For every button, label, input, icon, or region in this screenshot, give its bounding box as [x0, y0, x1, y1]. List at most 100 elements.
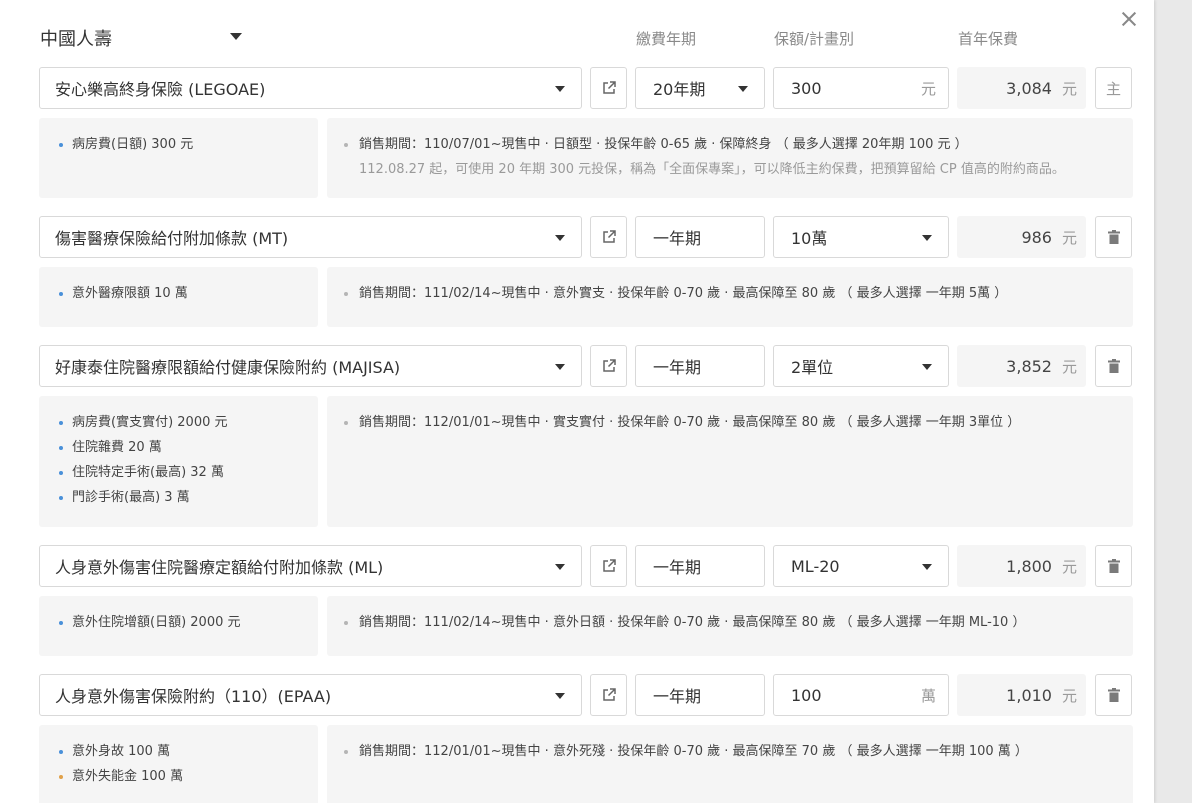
benefit-item: 住院雜費 20 萬 — [59, 435, 318, 460]
caret-down-icon — [555, 364, 565, 370]
benefits-panel: 意外醫療限額 10 萬 — [39, 267, 318, 327]
term-value: 一年期 — [653, 687, 702, 706]
amount-select[interactable]: 10萬 — [773, 216, 949, 258]
premium-value: 1,800 — [1006, 556, 1052, 576]
external-link-button[interactable] — [590, 67, 627, 109]
delete-button[interactable] — [1095, 345, 1132, 387]
external-link-button[interactable] — [590, 545, 627, 587]
caret-down-icon — [555, 564, 565, 570]
external-link-icon — [602, 81, 616, 94]
term-select[interactable]: 20年期 — [635, 67, 765, 109]
plan-name-select[interactable]: 傷害醫療保險給付附加條款 (MT) — [39, 216, 582, 258]
benefits-panel: 意外住院增額(日額) 2000 元 — [39, 596, 318, 656]
column-header-premium: 首年保費 — [958, 30, 1019, 48]
trash-icon — [1107, 230, 1120, 244]
plan-row: 傷害醫療保險給付附加條款 (MT) 一年期 10萬 986 元 — [0, 216, 1154, 258]
external-link-icon — [602, 688, 616, 701]
plan-row: 人身意外傷害住院醫療定額給付附加條款 (ML) 一年期 ML-20 1,800 元 — [0, 545, 1154, 587]
plan-name-select[interactable]: 人身意外傷害保險附約（110）(EPAA) — [39, 674, 582, 716]
info-panel: 銷售期間：112/01/01~現售中 · 實支實付 · 投保年齡 0-70 歲 … — [327, 396, 1133, 527]
benefit-item: 意外住院增額(日額) 2000 元 — [59, 610, 318, 635]
plan-name-select[interactable]: 安心樂高終身保險 (LEGOAE) — [39, 67, 582, 109]
amount-value: 10萬 — [791, 229, 828, 248]
amount-value: ML-20 — [791, 556, 840, 576]
amount-input[interactable]: 300 元 — [773, 67, 949, 109]
premium-value: 1,010 — [1006, 685, 1052, 705]
plan-row: 好康泰住院醫療限額給付健康保險附約 (MAJISA) 一年期 2單位 3,852… — [0, 345, 1154, 387]
amount-value: 300 — [791, 78, 822, 98]
sales-note: 112.08.27 起，可使用 20 年期 300 元投保，稱為「全面保專案」，… — [359, 162, 1065, 177]
benefit-item: 意外醫療限額 10 萬 — [59, 281, 318, 306]
premium-value: 3,084 — [1006, 78, 1052, 98]
premium-unit: 元 — [1061, 557, 1077, 576]
amount-unit: 元 — [920, 80, 936, 98]
delete-button[interactable] — [1095, 545, 1132, 587]
benefit-item: 病房費(實支實付) 2000 元 — [59, 410, 318, 435]
sales-info: 銷售期間：112/01/01~現售中 · 實支實付 · 投保年齡 0-70 歲 … — [344, 410, 1133, 435]
term-field[interactable]: 一年期 — [635, 216, 765, 258]
premium-display: 3,084 元 — [957, 67, 1086, 109]
column-header-term: 繳費年期 — [636, 30, 697, 48]
benefit-item: 住院特定手術(最高) 32 萬 — [59, 460, 318, 485]
term-field[interactable]: 一年期 — [635, 545, 765, 587]
premium-display: 1,010 元 — [957, 674, 1086, 716]
info-panel: 銷售期間：110/07/01~現售中 · 日額型 · 投保年齡 0-65 歲 ·… — [327, 118, 1133, 198]
term-field[interactable]: 一年期 — [635, 345, 765, 387]
amount-input[interactable]: 100 萬 — [773, 674, 949, 716]
insurance-plan-panel: 中國人壽 繳費年期 保額/計畫別 首年保費 安心樂高終身保險 (LEGOAE) … — [0, 0, 1154, 803]
column-header-amount: 保額/計畫別 — [774, 30, 855, 48]
benefits-panel: 病房費(日額) 300 元 — [39, 118, 318, 198]
plan-name: 好康泰住院醫療限額給付健康保險附約 (MAJISA) — [55, 358, 401, 377]
sales-info: 銷售期間：111/02/14~現售中 · 意外實支 · 投保年齡 0-70 歲 … — [344, 281, 1133, 306]
external-link-button[interactable] — [590, 345, 627, 387]
plan-name-select[interactable]: 好康泰住院醫療限額給付健康保險附約 (MAJISA) — [39, 345, 582, 387]
amount-value: 100 — [791, 685, 822, 705]
premium-unit: 元 — [1061, 79, 1077, 98]
info-panel: 銷售期間：111/02/14~現售中 · 意外實支 · 投保年齡 0-70 歲 … — [327, 267, 1133, 327]
amount-select[interactable]: 2單位 — [773, 345, 949, 387]
delete-button[interactable] — [1095, 216, 1132, 258]
info-panel: 銷售期間：111/02/14~現售中 · 意外日額 · 投保年齡 0-70 歲 … — [327, 596, 1133, 656]
premium-display: 3,852 元 — [957, 345, 1086, 387]
term-value: 一年期 — [653, 229, 702, 248]
plan-name: 人身意外傷害保險附約（110）(EPAA) — [55, 687, 332, 706]
amount-select[interactable]: ML-20 — [773, 545, 949, 587]
external-link-button[interactable] — [590, 674, 627, 716]
delete-button[interactable] — [1095, 674, 1132, 716]
caret-down-icon — [922, 564, 932, 570]
caret-down-icon — [922, 235, 932, 241]
premium-display: 986 元 — [957, 216, 1086, 258]
plan-row: 安心樂高終身保險 (LEGOAE) 20年期 300 元 3,084 元 主 — [0, 67, 1154, 109]
main-plan-badge: 主 — [1095, 67, 1132, 109]
benefit-item: 病房費(日額) 300 元 — [59, 132, 318, 157]
benefit-item: 意外失能金 100 萬 — [59, 764, 318, 789]
external-link-button[interactable] — [590, 216, 627, 258]
premium-value: 3,852 — [1006, 356, 1052, 376]
premium-unit: 元 — [1061, 228, 1077, 247]
plan-name: 人身意外傷害住院醫療定額給付附加條款 (ML) — [55, 558, 384, 577]
premium-unit: 元 — [1061, 686, 1077, 705]
premium-display: 1,800 元 — [957, 545, 1086, 587]
plan-name: 傷害醫療保險給付附加條款 (MT) — [55, 229, 289, 248]
caret-down-icon[interactable] — [230, 33, 242, 40]
caret-down-icon — [738, 86, 748, 92]
trash-icon — [1107, 359, 1120, 373]
plan-name-select[interactable]: 人身意外傷害住院醫療定額給付附加條款 (ML) — [39, 545, 582, 587]
plan-row: 人身意外傷害保險附約（110）(EPAA) 一年期 100 萬 1,010 元 — [0, 674, 1154, 716]
benefits-panel: 意外身故 100 萬 意外失能金 100 萬 — [39, 725, 318, 803]
close-icon[interactable] — [1118, 8, 1140, 30]
benefit-item: 門診手術(最高) 3 萬 — [59, 485, 318, 510]
trash-icon — [1107, 688, 1120, 702]
premium-unit: 元 — [1061, 357, 1077, 376]
benefit-item: 意外身故 100 萬 — [59, 739, 318, 764]
amount-value: 2單位 — [791, 358, 834, 377]
term-field[interactable]: 一年期 — [635, 674, 765, 716]
caret-down-icon — [555, 693, 565, 699]
caret-down-icon — [555, 86, 565, 92]
company-select[interactable]: 中國人壽 — [40, 25, 112, 51]
term-value: 20年期 — [653, 80, 706, 99]
amount-unit: 萬 — [920, 687, 936, 705]
external-link-icon — [602, 359, 616, 372]
caret-down-icon — [555, 235, 565, 241]
caret-down-icon — [922, 364, 932, 370]
